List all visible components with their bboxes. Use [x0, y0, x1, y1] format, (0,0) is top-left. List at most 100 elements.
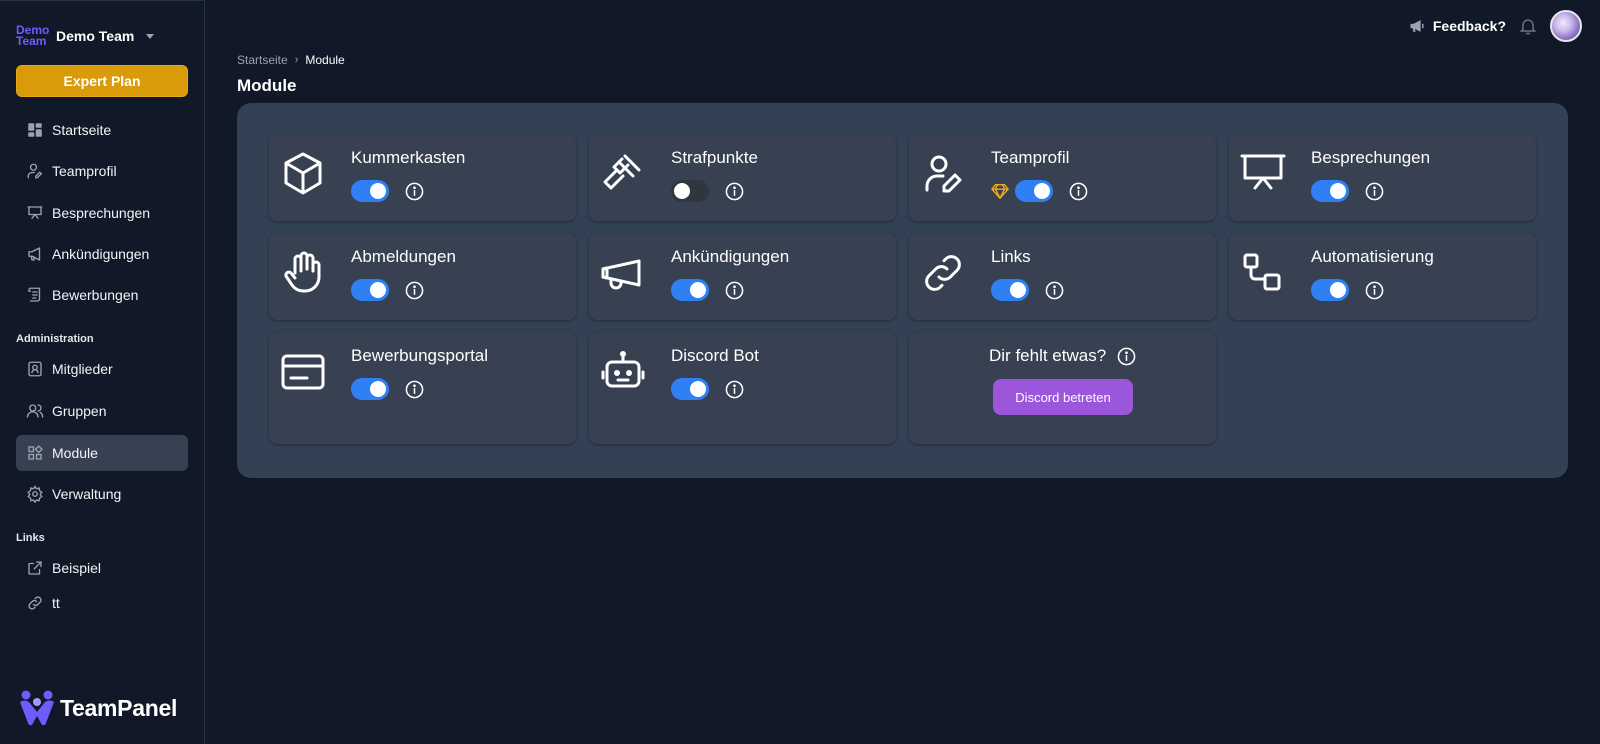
- presentation-icon: [27, 206, 43, 219]
- module-toggle[interactable]: [351, 279, 389, 301]
- scroll-icon: [28, 287, 41, 302]
- info-icon[interactable]: [725, 182, 744, 201]
- flow-icon: [1243, 253, 1281, 291]
- robot-icon: [601, 351, 645, 388]
- module-controls: [671, 279, 744, 301]
- module-controls: [991, 180, 1088, 202]
- link-icon: [28, 596, 42, 610]
- sidebar-item-beispiel[interactable]: Beispiel: [16, 550, 188, 586]
- info-icon[interactable]: [1045, 281, 1064, 300]
- sidebar-item-bewerbungen[interactable]: Bewerbungen: [16, 277, 188, 313]
- team-name: Demo Team: [56, 28, 135, 44]
- sidebar-item-teamprofil[interactable]: Teamprofil: [16, 153, 188, 189]
- module-toggle[interactable]: [1311, 180, 1349, 202]
- module-card-teamprofil: Teamprofil: [909, 134, 1216, 221]
- bell-icon[interactable]: [1518, 16, 1538, 36]
- box-icon: [284, 152, 322, 195]
- module-toggle[interactable]: [1311, 279, 1349, 301]
- module-card-besprechungen: Besprechungen: [1229, 134, 1536, 221]
- sidebar-item-label: Mitglieder: [52, 361, 113, 377]
- info-icon[interactable]: [405, 380, 424, 399]
- user-edit-icon: [925, 155, 962, 193]
- module-toggle[interactable]: [351, 180, 389, 202]
- module-title: Teamprofil: [991, 148, 1070, 167]
- sidebar-item-label: Bewerbungen: [52, 287, 139, 303]
- sidebar-item-label: Module: [52, 445, 98, 461]
- module-card-kummerkasten: Kummerkasten: [269, 134, 576, 221]
- module-toggle[interactable]: [991, 279, 1029, 301]
- dashboard-icon: [28, 123, 42, 137]
- plan-button[interactable]: Expert Plan: [16, 65, 188, 97]
- avatar[interactable]: [1550, 10, 1582, 42]
- module-toggle[interactable]: [671, 180, 709, 202]
- module-title: Besprechungen: [1311, 148, 1431, 167]
- sidebar-item-label: Startseite: [52, 122, 112, 138]
- module-controls: [1311, 180, 1384, 202]
- info-icon[interactable]: [1117, 347, 1136, 366]
- module-toggle[interactable]: [671, 279, 709, 301]
- megaphone-icon: [601, 259, 641, 290]
- sidebar: Demo Team Demo Team Expert Plan Startseit…: [0, 0, 205, 744]
- users-icon: [26, 404, 44, 418]
- feedback-label: Feedback?: [1432, 18, 1506, 34]
- module-title: Automatisierung: [1311, 247, 1434, 266]
- feedback-button[interactable]: Feedback?: [1408, 18, 1506, 34]
- module-card-bewerbungsportal: Bewerbungsportal: [269, 332, 576, 444]
- module-title: Links: [991, 247, 1031, 266]
- module-controls: [351, 378, 424, 400]
- module-toggle[interactable]: [671, 378, 709, 400]
- sidebar-item-label: Beispiel: [52, 560, 102, 576]
- missing-module-text: Dir fehlt etwas?: [989, 346, 1107, 365]
- sidebar-item-mitglieder[interactable]: Mitglieder: [16, 351, 188, 387]
- card-icon: [281, 354, 325, 390]
- module-title: Abmeldungen: [351, 247, 456, 266]
- module-card-discord-bot: Discord Bot: [589, 332, 896, 444]
- info-icon[interactable]: [725, 380, 744, 399]
- breadcrumb-home[interactable]: Startseite: [237, 53, 288, 67]
- brand-name: TeamPanel: [60, 694, 178, 721]
- sidebar-item-besprechungen[interactable]: Besprechungen: [16, 195, 188, 231]
- sidebar-item-module[interactable]: Module: [16, 435, 188, 471]
- module-title: Strafpunkte: [671, 148, 758, 167]
- hand-icon: [284, 251, 321, 293]
- info-icon[interactable]: [725, 281, 744, 300]
- module-card-abmeldungen: Abmeldungen: [269, 233, 576, 320]
- nav-section-links: Links: [16, 532, 45, 544]
- module-toggle[interactable]: [1015, 180, 1053, 202]
- team-switcher[interactable]: Demo Team Demo Team: [16, 23, 155, 48]
- sidebar-item-label: Ankündigungen: [52, 246, 150, 262]
- gavel-icon: [603, 154, 641, 190]
- discord-join-button[interactable]: Discord betreten: [993, 379, 1133, 415]
- modules-panel: Kummerkasten Strafpunkte Teamprofil Besp…: [237, 103, 1568, 478]
- breadcrumb: Startseite › Module: [237, 53, 345, 67]
- info-icon[interactable]: [1069, 182, 1088, 201]
- sidebar-item-gruppen[interactable]: Gruppen: [16, 393, 188, 429]
- module-title: Bewerbungsportal: [351, 346, 489, 365]
- info-icon[interactable]: [405, 182, 424, 201]
- topbar-actions: Feedback?: [1408, 9, 1582, 43]
- info-icon[interactable]: [1365, 281, 1384, 300]
- info-icon[interactable]: [405, 281, 424, 300]
- sidebar-item-label: Verwaltung: [52, 486, 122, 502]
- team-logo: Demo Team: [16, 23, 50, 48]
- module-title: Discord Bot: [671, 346, 759, 365]
- sidebar-item-ankuendigungen[interactable]: Ankündigungen: [16, 236, 188, 272]
- gear-icon: [27, 485, 43, 503]
- breadcrumb-separator-icon: ›: [294, 54, 299, 66]
- diamond-icon: [991, 183, 1009, 199]
- sidebar-item-tt[interactable]: tt: [16, 585, 188, 621]
- sidebar-item-verwaltung[interactable]: Verwaltung: [16, 476, 188, 512]
- sidebar-item-label: Gruppen: [52, 403, 107, 419]
- link-icon: [925, 255, 961, 291]
- megaphone-icon: [1410, 20, 1424, 32]
- member-card-icon: [28, 361, 42, 377]
- nav-section-administration: Administration: [16, 333, 94, 345]
- module-controls: [671, 378, 744, 400]
- module-toggle[interactable]: [351, 378, 389, 400]
- module-title: Ankündigungen: [671, 247, 790, 266]
- sidebar-item-startseite[interactable]: Startseite: [16, 112, 188, 148]
- info-icon[interactable]: [1365, 182, 1384, 201]
- presentation-icon: [1240, 154, 1286, 190]
- chevron-down-icon: [146, 33, 155, 39]
- module-card-automatisierung: Automatisierung: [1229, 233, 1536, 320]
